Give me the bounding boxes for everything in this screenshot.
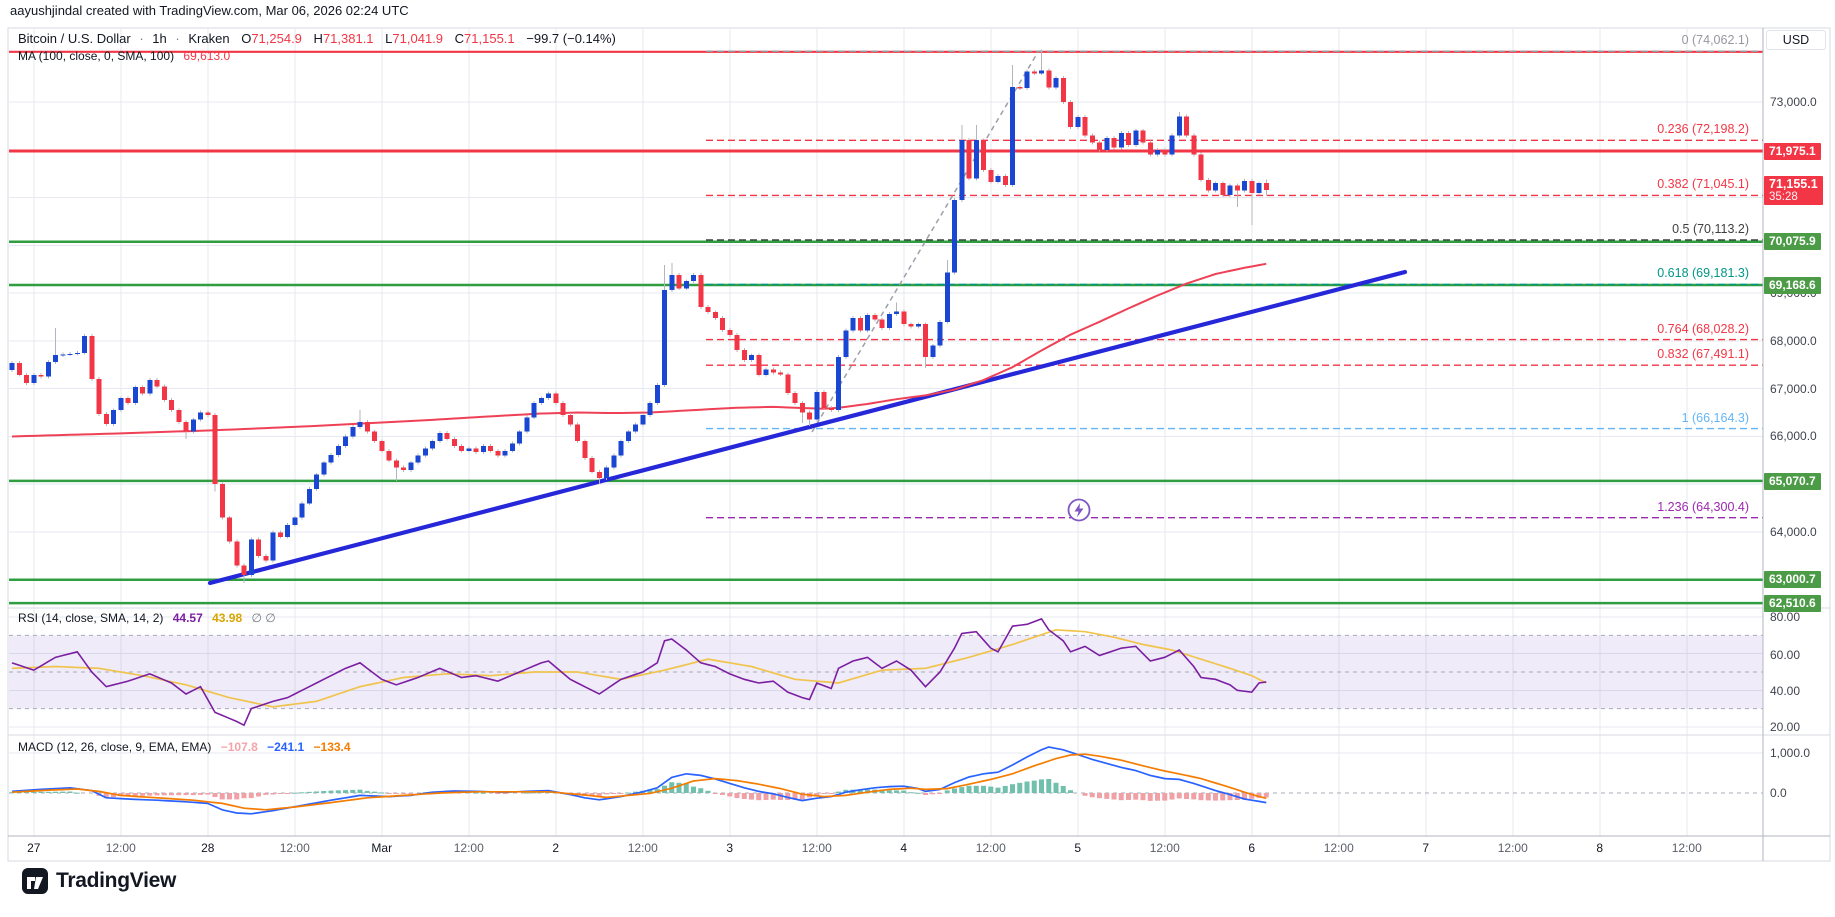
pane-separators bbox=[7, 27, 1831, 862]
chart-canvas[interactable] bbox=[0, 0, 1835, 917]
alert-lightning-icon[interactable] bbox=[1067, 498, 1091, 522]
price-level-lines[interactable] bbox=[9, 50, 1763, 605]
tradingview-chart-page: aayushjindal created with TradingView.co… bbox=[0, 0, 1835, 917]
trendline-drawing[interactable] bbox=[207, 269, 1408, 586]
macd-histogram bbox=[9, 779, 1269, 801]
